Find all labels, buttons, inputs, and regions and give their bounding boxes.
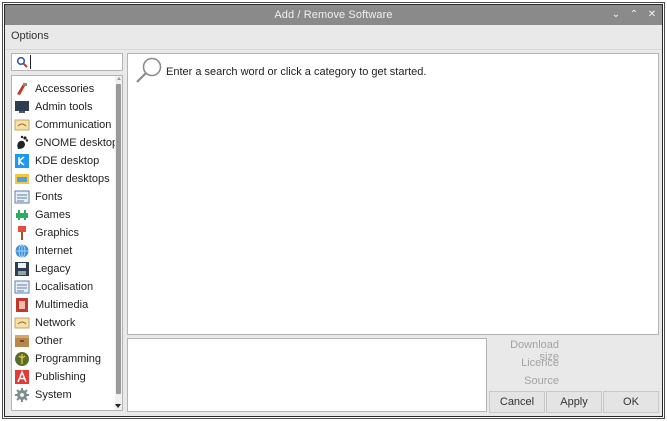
scroll-down-arrow-icon[interactable] xyxy=(115,404,121,408)
window-title: Add / Remove Software xyxy=(274,9,393,21)
cancel-button[interactable]: Cancel xyxy=(489,391,545,413)
source-label: Source xyxy=(524,375,559,387)
programming-icon xyxy=(15,352,29,366)
search-box[interactable] xyxy=(11,53,123,71)
accessories-icon xyxy=(17,83,27,95)
fonts-icon xyxy=(14,190,30,204)
category-label: Localisation xyxy=(35,281,94,293)
search-clear-icon[interactable] xyxy=(16,56,28,68)
category-label: Publishing xyxy=(35,371,86,383)
multimedia-icon xyxy=(16,298,28,312)
category-label: Programming xyxy=(35,353,102,365)
category-item-system[interactable]: System xyxy=(14,386,114,404)
category-label: Graphics xyxy=(35,227,80,239)
category-item-multimedia[interactable]: Multimedia xyxy=(14,296,114,314)
licence-label: Licence xyxy=(521,357,559,369)
category-item-accessories[interactable]: Accessories xyxy=(14,80,114,98)
category-item-other-desktops[interactable]: Other desktops xyxy=(14,170,114,188)
internet-icon xyxy=(15,244,29,258)
games-icon xyxy=(16,210,28,220)
gnome-icon xyxy=(17,135,29,149)
search-hint-text: Enter a search word or click a category … xyxy=(166,66,427,78)
close-icon[interactable]: ✕ xyxy=(646,8,658,22)
other-desktops-icon xyxy=(15,174,29,184)
category-label: Internet xyxy=(35,245,73,257)
network-icon xyxy=(14,317,30,329)
category-label: Communication xyxy=(35,119,112,131)
category-label: System xyxy=(35,389,72,401)
localisation-icon xyxy=(14,280,30,294)
category-pane: Accessories Admin tools Communication GN… xyxy=(11,53,125,411)
graphics-icon xyxy=(18,226,26,240)
window-controls: ⌄ ⌃ ✕ xyxy=(610,5,658,25)
communication-icon xyxy=(14,119,30,131)
category-label: KDE desktop xyxy=(35,155,100,167)
category-label: Admin tools xyxy=(35,101,93,113)
category-item-localisation[interactable]: Localisation xyxy=(14,278,114,296)
category-label: Other xyxy=(35,335,63,347)
category-item-internet[interactable]: Internet xyxy=(14,242,114,260)
category-item-fonts[interactable]: Fonts xyxy=(14,188,114,206)
menu-separator xyxy=(5,49,662,50)
title-bar[interactable]: Add / Remove Software ⌄ ⌃ ✕ xyxy=(5,5,662,25)
system-icon xyxy=(15,388,29,402)
category-label: Multimedia xyxy=(35,299,89,311)
menu-options[interactable]: Options xyxy=(11,30,49,42)
category-list[interactable]: Accessories Admin tools Communication GN… xyxy=(11,75,123,411)
category-label: GNOME desktop xyxy=(35,137,119,149)
category-item-kde-desktop[interactable]: KDE desktop xyxy=(14,152,114,170)
category-label: Games xyxy=(35,209,71,221)
category-item-other[interactable]: Other xyxy=(14,332,114,350)
category-label: Network xyxy=(35,317,76,329)
category-item-communication[interactable]: Communication xyxy=(14,116,114,134)
kde-icon xyxy=(15,154,29,168)
publishing-icon xyxy=(15,369,29,384)
category-item-graphics[interactable]: Graphics xyxy=(14,224,114,242)
search-input[interactable] xyxy=(30,55,121,69)
magnifier-icon xyxy=(136,57,162,83)
app-window: Add / Remove Software ⌄ ⌃ ✕ Options Acce… xyxy=(4,4,663,417)
category-label: Other desktops xyxy=(35,173,110,185)
category-label: Fonts xyxy=(35,191,63,203)
other-icon xyxy=(15,335,29,347)
minimize-icon[interactable]: ⌄ xyxy=(610,8,622,22)
category-item-gnome-desktop[interactable]: GNOME desktop xyxy=(14,134,118,152)
apply-button[interactable]: Apply xyxy=(546,391,602,413)
category-item-publishing[interactable]: Publishing xyxy=(14,368,114,386)
legacy-icon xyxy=(15,262,29,276)
category-label: Accessories xyxy=(35,83,95,95)
package-list-pane[interactable]: Enter a search word or click a category … xyxy=(127,53,659,335)
category-item-legacy[interactable]: Legacy xyxy=(14,260,114,278)
scroll-up-arrow-icon[interactable] xyxy=(117,77,121,80)
scroll-thumb[interactable] xyxy=(116,84,121,394)
package-description-pane[interactable] xyxy=(127,338,487,412)
category-label: Legacy xyxy=(35,263,71,275)
ok-button[interactable]: OK xyxy=(603,391,659,413)
category-scrollbar[interactable] xyxy=(115,76,122,410)
category-item-games[interactable]: Games xyxy=(14,206,114,224)
category-item-programming[interactable]: Programming xyxy=(14,350,114,368)
admin-tools-icon xyxy=(15,101,29,113)
category-item-network[interactable]: Network xyxy=(14,314,114,332)
maximize-icon[interactable]: ⌃ xyxy=(628,8,640,22)
category-item-admin-tools[interactable]: Admin tools xyxy=(14,98,114,116)
menu-bar: Options xyxy=(5,25,662,49)
